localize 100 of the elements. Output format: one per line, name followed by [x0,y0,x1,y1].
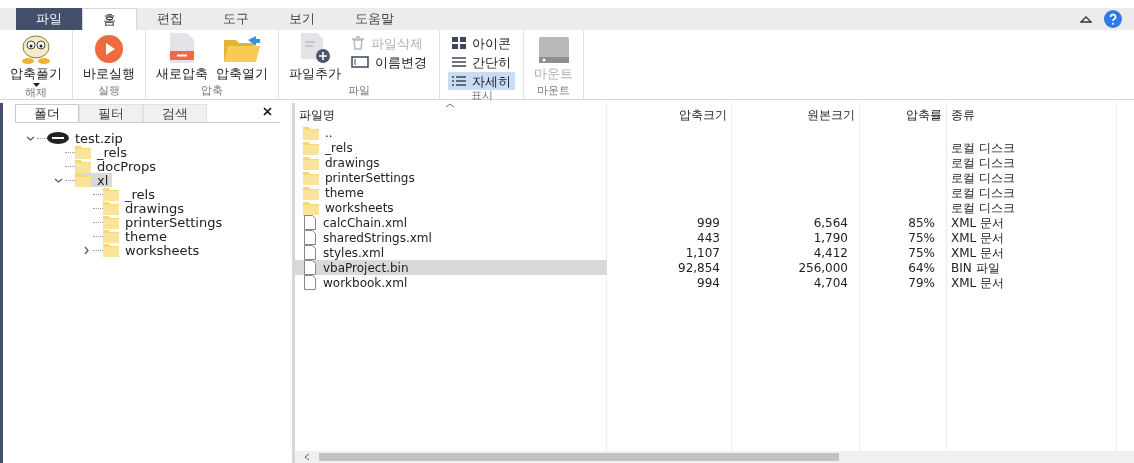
group-label: 마운트 [537,85,570,99]
table-cell: 로컬 디스크 [951,201,1015,214]
folder-icon [303,200,319,215]
tree-item[interactable]: theme [103,229,171,243]
table-cell: 79% [908,276,935,289]
rename-icon [351,56,369,68]
tree-item[interactable]: _rels [75,145,131,159]
table-cell: BIN 파일 [951,261,1000,274]
menu-tab[interactable]: 도움말 [335,8,414,30]
folder-icon [303,125,319,140]
close-icon[interactable] [263,107,272,116]
side-tab[interactable]: 폴더 [15,104,79,122]
table-cell: 4,412 [813,246,848,259]
group-label: 해제 [25,87,47,101]
folder-icon [303,170,319,185]
trash-icon [351,36,365,50]
tree-item[interactable]: drawings [103,201,189,215]
scroll-left-icon[interactable] [303,453,311,461]
ribbon-button[interactable]: 새로압축 [154,34,210,80]
column-header[interactable]: 파일명 [295,103,607,125]
file-name-cell[interactable]: _rels [303,140,353,155]
table-cell: 75% [908,231,935,244]
play-icon [94,34,124,64]
menu-tab[interactable]: 파일 [16,8,82,30]
scrollbar-thumb[interactable] [319,453,839,461]
help-icon[interactable] [1104,10,1122,28]
file-name-cell[interactable]: printerSettings [303,170,415,185]
horizontal-scrollbar[interactable] [295,451,1134,463]
table-cell: 64% [908,261,935,274]
column-header[interactable]: 원본크기 [732,103,860,125]
collapse-icon[interactable] [1080,15,1092,23]
file-icon [303,215,317,230]
folder-icon [303,140,319,155]
table-cell: XML 문서 [951,231,1005,244]
ribbon-button[interactable]: 바로실행 [81,34,137,80]
folder-icon [75,159,91,173]
table-cell: 로컬 디스크 [951,156,1015,169]
table-cell: 85% [908,216,935,229]
file-icon [303,260,317,275]
folder-icon [75,173,91,187]
folder-icon [303,185,319,200]
table-cell: 1,107 [685,246,720,259]
file-name-cell[interactable]: styles.xml [303,245,384,260]
mascot-icon [19,34,53,64]
group-label: 파일 [348,85,370,99]
table-cell: 443 [697,231,720,244]
ribbon-button[interactable]: 압축열기 [214,34,270,80]
folder-icon [75,145,91,159]
file-icon [303,245,317,260]
tree-item[interactable]: _rels [103,187,159,201]
menu-tab[interactable]: 편집 [137,8,203,30]
tree-item[interactable]: test.zip [47,131,127,145]
group-label: 실행 [98,85,120,99]
column-header[interactable]: 압축률 [860,103,947,125]
ribbon-button[interactable]: 압축풀기 [8,34,64,87]
menu-tab[interactable]: 홈 [82,8,137,30]
folder-icon [103,187,119,201]
table-cell: 92,854 [678,261,720,274]
table-cell: 994 [697,276,720,289]
menu-tab[interactable]: 보기 [269,8,335,30]
ribbon-button[interactable]: 파일추가 [287,34,343,80]
file-name-cell[interactable]: calcChain.xml [303,215,408,230]
file-icon [303,275,317,290]
folder-icon [103,215,119,229]
folder-icon [103,243,119,257]
file-name-cell[interactable]: worksheets [303,200,394,215]
file-name-cell[interactable]: theme [303,185,364,200]
lines-icon [452,56,466,68]
table-cell: 6,564 [813,216,848,229]
table-cell: 999 [697,216,720,229]
side-tab[interactable]: 검색 [143,104,207,122]
tree-item[interactable]: worksheets [103,243,204,257]
tree-item[interactable]: xl [75,173,113,187]
table-cell: 로컬 디스크 [951,141,1015,154]
column-header[interactable]: 종류 [947,103,1117,125]
side-tab[interactable]: 필터 [79,104,143,122]
table-cell: XML 문서 [951,246,1005,259]
group-label: 표시 [470,90,493,104]
table-cell: 256,000 [798,261,848,274]
menu-tab[interactable]: 도구 [203,8,269,30]
tree-item[interactable]: printerSettings [103,215,227,229]
file-name-cell[interactable]: workbook.xml [303,275,408,290]
folder-open-icon [222,34,262,64]
table-cell: 75% [908,246,935,259]
ribbon-button[interactable]: 이름변경 [347,53,431,71]
file-name-cell[interactable]: .. [303,125,333,140]
ribbon-button[interactable]: 간단히 [448,53,515,71]
folder-icon [303,155,319,170]
table-cell: XML 문서 [951,276,1005,289]
file-name-cell[interactable]: drawings [303,155,380,170]
group-label: 압축 [201,85,223,99]
column-header[interactable]: 압축크기 [607,103,732,125]
ribbon-button[interactable]: 자세히 [448,72,515,90]
table-cell: 로컬 디스크 [951,171,1015,184]
list-icon [452,75,466,87]
ribbon-button[interactable]: 아이콘 [448,34,515,52]
tree-item[interactable]: docProps [75,159,160,173]
table-cell: 로컬 디스크 [951,186,1015,199]
file-name-cell[interactable]: sharedStrings.xml [303,230,432,245]
folder-icon [103,229,119,243]
